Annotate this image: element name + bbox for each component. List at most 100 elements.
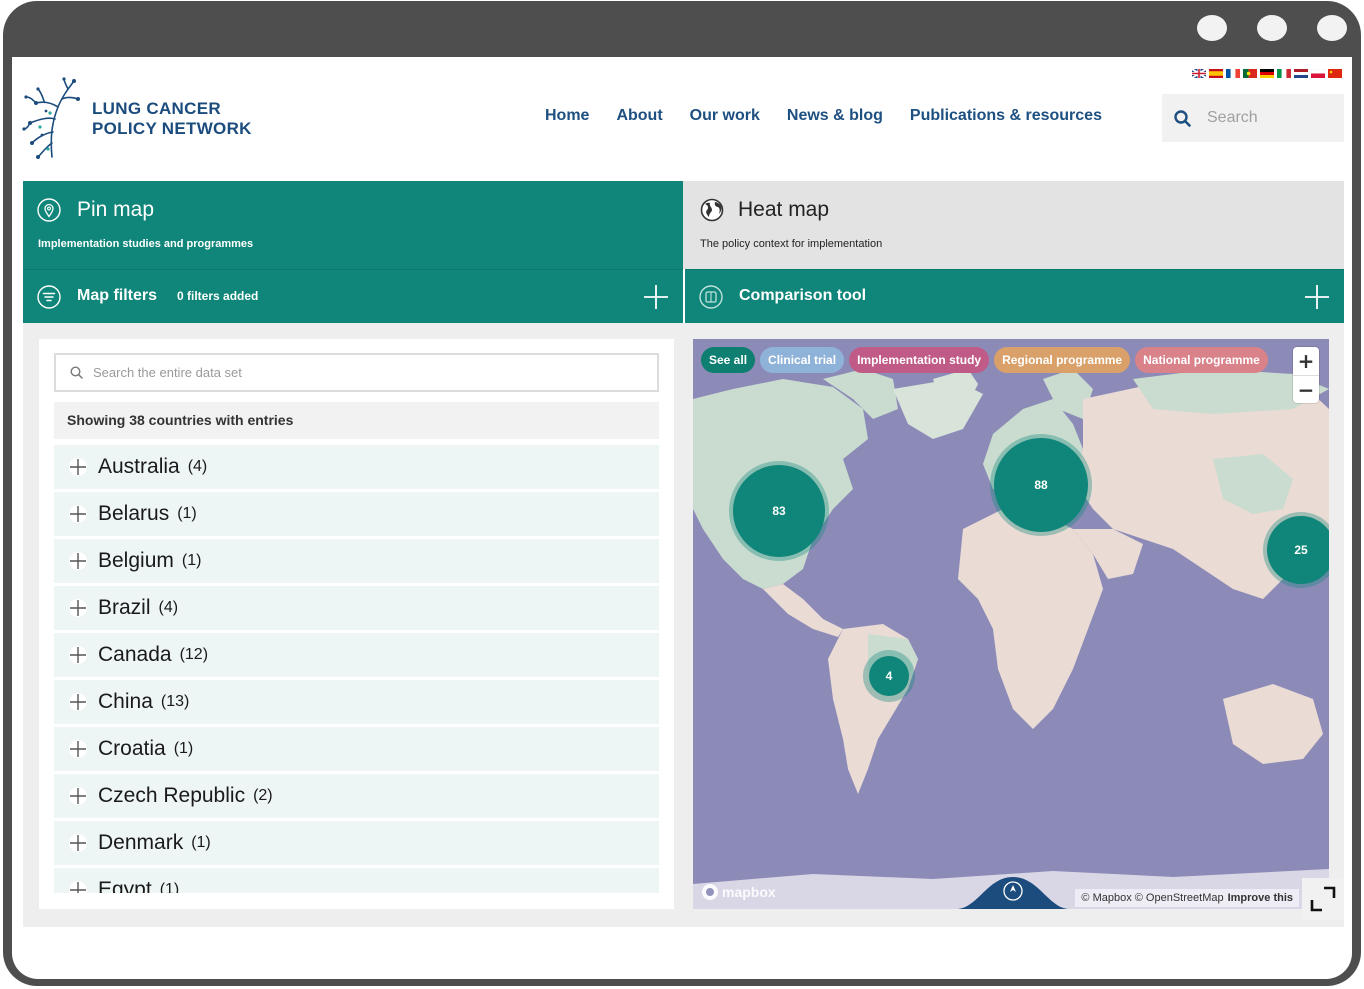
map-cluster[interactable]: 25 xyxy=(1263,512,1329,588)
zoom-in-button[interactable]: + xyxy=(1293,347,1319,375)
flag-france-icon[interactable] xyxy=(1226,69,1240,78)
chip-see-all[interactable]: See all xyxy=(701,347,756,373)
window-dot-icon[interactable] xyxy=(1317,15,1347,41)
map-cluster[interactable]: 83 xyxy=(729,461,829,561)
nav-our-work[interactable]: Our work xyxy=(690,107,760,125)
flag-portugal-icon[interactable] xyxy=(1243,69,1257,78)
country-count: (1) xyxy=(159,881,180,893)
flag-china-icon[interactable] xyxy=(1328,69,1342,78)
cluster-core: 83 xyxy=(733,465,825,557)
search-icon[interactable] xyxy=(1174,109,1191,127)
mapbox-wordmark: mapbox xyxy=(722,884,776,900)
add-filter-icon[interactable] xyxy=(643,284,669,310)
expand-plus-icon xyxy=(69,881,87,893)
flag-italy-icon[interactable] xyxy=(1277,69,1291,78)
cluster-count: 25 xyxy=(1294,543,1308,557)
flag-germany-icon[interactable] xyxy=(1260,69,1274,78)
country-item-belgium[interactable]: Belgium (1) xyxy=(54,539,659,583)
comparison-tool-bar[interactable]: Comparison tool xyxy=(685,269,1344,323)
improve-map-link[interactable]: Improve this xyxy=(1228,892,1293,904)
flag-netherlands-icon[interactable] xyxy=(1294,69,1308,78)
country-name: Croatia xyxy=(98,737,166,760)
comparison-icon xyxy=(699,285,723,309)
country-item-denmark[interactable]: Denmark (1) xyxy=(54,821,659,865)
data-search xyxy=(54,353,659,392)
country-count: (13) xyxy=(160,693,190,710)
country-item-china[interactable]: China (13) xyxy=(54,680,659,724)
pin-map-title: Pin map xyxy=(77,198,155,221)
heat-map-subtitle: The policy context for implementation xyxy=(700,238,883,250)
map-attribution: © Mapbox © OpenStreetMap Improve this xyxy=(1075,889,1299,907)
country-name: China xyxy=(98,690,153,713)
tab-pin-map[interactable]: Pin map Implementation studies and progr… xyxy=(23,181,683,269)
filter-icon xyxy=(37,285,61,309)
map-cluster[interactable]: 88 xyxy=(990,434,1092,536)
expand-plus-icon xyxy=(69,740,87,758)
expand-plus-icon xyxy=(69,458,87,476)
comparison-tool-label: Comparison tool xyxy=(739,287,867,304)
tab-heat-map[interactable]: Heat map The policy context for implemen… xyxy=(683,181,1344,269)
flag-uk-icon[interactable] xyxy=(1192,69,1206,78)
country-name: Canada xyxy=(98,643,172,666)
flag-poland-icon[interactable] xyxy=(1311,69,1325,78)
chip-clinical-trial[interactable]: Clinical trial xyxy=(760,347,845,373)
nav-home[interactable]: Home xyxy=(545,107,589,125)
compass-icon[interactable] xyxy=(958,877,1068,909)
country-name: Belgium xyxy=(98,549,174,572)
world-map[interactable]: See all Clinical trial Implementation st… xyxy=(693,339,1329,909)
map-cluster[interactable]: 4 xyxy=(863,650,915,702)
logo-tree-icon xyxy=(22,77,80,159)
zoom-control: + − xyxy=(1293,347,1319,403)
pin-icon xyxy=(37,198,61,222)
nav-publications[interactable]: Publications & resources xyxy=(910,107,1102,125)
expand-plus-icon xyxy=(69,505,87,523)
country-count: (1) xyxy=(177,505,197,522)
nav-news-blog[interactable]: News & blog xyxy=(787,107,883,125)
country-item-croatia[interactable]: Croatia (1) xyxy=(54,727,659,771)
zoom-out-button[interactable]: − xyxy=(1293,375,1319,403)
cluster-core: 25 xyxy=(1267,516,1329,584)
expand-icon xyxy=(1310,886,1336,912)
country-item-belarus[interactable]: Belarus (1) xyxy=(54,492,659,536)
map-land xyxy=(693,369,1329,909)
country-item-australia[interactable]: Australia (4) xyxy=(54,445,659,489)
globe-icon xyxy=(700,198,724,222)
browser-frame: LUNG CANCER POLICY NETWORK Home About Ou… xyxy=(3,1,1361,986)
language-selector xyxy=(1192,69,1342,78)
country-item-canada[interactable]: Canada (12) xyxy=(54,633,659,677)
pin-map-subtitle: Implementation studies and programmes xyxy=(38,238,254,250)
open-comparison-icon[interactable] xyxy=(1304,284,1330,310)
fullscreen-button[interactable] xyxy=(1302,878,1344,920)
expand-plus-icon xyxy=(69,552,87,570)
chip-national-programme[interactable]: National programme xyxy=(1135,347,1268,373)
flag-spain-icon[interactable] xyxy=(1209,69,1223,78)
main-nav: Home About Our work News & blog Publicat… xyxy=(545,107,1102,125)
country-item-czech-republic[interactable]: Czech Republic (2) xyxy=(54,774,659,818)
window-dot-icon[interactable] xyxy=(1257,15,1287,41)
window-dot-icon[interactable] xyxy=(1197,15,1227,41)
nav-about[interactable]: About xyxy=(616,107,662,125)
country-count: (1) xyxy=(181,552,202,569)
country-count: (4) xyxy=(158,599,179,616)
country-item-brazil[interactable]: Brazil (4) xyxy=(54,586,659,630)
mapbox-logo[interactable]: mapbox xyxy=(701,883,776,901)
brand-name: LUNG CANCER POLICY NETWORK xyxy=(92,99,252,139)
mapbox-icon xyxy=(702,884,718,900)
chip-regional-programme[interactable]: Regional programme xyxy=(994,347,1131,373)
country-count: (12) xyxy=(179,646,209,663)
cluster-core: 4 xyxy=(869,656,909,696)
attribution-text[interactable]: © Mapbox © OpenStreetMap xyxy=(1081,892,1223,904)
country-list-panel: Showing 38 countries with entries Austra… xyxy=(39,339,674,909)
map-filters-bar[interactable]: Map filters 0 filters added xyxy=(23,269,683,323)
page: LUNG CANCER POLICY NETWORK Home About Ou… xyxy=(12,57,1352,979)
country-name: Denmark xyxy=(98,831,184,854)
country-item-egypt[interactable]: Egypt (1) xyxy=(54,868,659,893)
search-input[interactable] xyxy=(1207,109,1327,127)
logo[interactable]: LUNG CANCER POLICY NETWORK xyxy=(22,77,282,161)
chip-implementation-study[interactable]: Implementation study xyxy=(849,347,990,373)
site-search xyxy=(1162,94,1344,142)
country-count: (1) xyxy=(173,740,194,757)
expand-plus-icon xyxy=(69,646,87,664)
cluster-count: 88 xyxy=(1034,478,1048,492)
data-search-input[interactable] xyxy=(93,365,633,380)
